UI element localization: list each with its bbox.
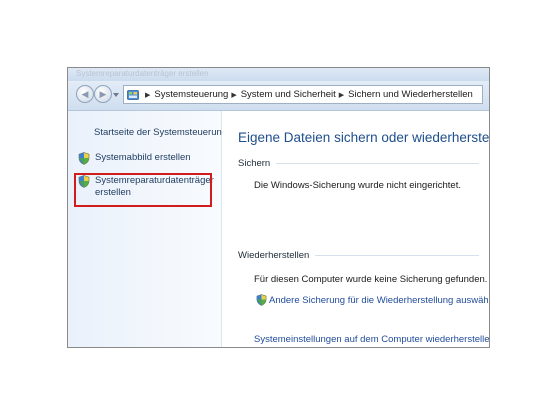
section-divider	[276, 163, 479, 164]
page-title: Eigene Dateien sichern oder wiederherste…	[238, 130, 490, 145]
sidebar-item-systemabbild-erstellen[interactable]: Systemabbild erstellen	[78, 152, 191, 165]
section-header-sichern: Sichern	[238, 158, 479, 169]
recent-pages-dropdown-icon[interactable]	[113, 93, 119, 97]
forward-button[interactable]: ▶	[94, 85, 112, 103]
restore-system-settings-link[interactable]: Systemeinstellungen auf dem Computer wie…	[254, 334, 489, 345]
chevron-right-icon[interactable]: ▶	[145, 91, 150, 99]
back-button[interactable]: ◀	[76, 85, 94, 103]
main-content: Eigene Dateien sichern oder wiederherste…	[222, 111, 489, 347]
restore-status-text: Für diesen Computer wurde keine Sicherun…	[254, 274, 488, 285]
address-bar[interactable]: ▶ Systemsteuerung ▶ System und Sicherhei…	[123, 85, 483, 104]
highlight-box	[74, 173, 212, 207]
title-bar: Systemreparaturdatenträger erstellen	[68, 68, 489, 81]
window-title: Systemreparaturdatenträger erstellen	[76, 69, 209, 78]
sidebar-item-label: Systemabbild erstellen	[95, 152, 191, 163]
section-title: Wiederherstellen	[238, 250, 310, 261]
back-arrow-icon: ◀	[81, 88, 89, 99]
breadcrumb-system-und-sicherheit[interactable]: System und Sicherheit	[241, 89, 336, 100]
chevron-right-icon[interactable]: ▶	[231, 91, 236, 99]
select-other-backup-link[interactable]: Andere Sicherung für die Wiederherstellu…	[256, 294, 489, 306]
control-panel-icon	[127, 89, 139, 100]
control-panel-window: Systemreparaturdatenträger erstellen ◀ ▶…	[67, 67, 490, 348]
shield-icon	[256, 294, 267, 306]
sidebar: Startseite der Systemsteuerung Systemabb…	[68, 111, 227, 347]
breadcrumb-systemsteuerung[interactable]: Systemsteuerung	[154, 89, 228, 100]
section-header-wiederherstellen: Wiederherstellen	[238, 250, 479, 261]
chevron-right-icon[interactable]: ▶	[339, 91, 344, 99]
select-other-backup-link-label[interactable]: Andere Sicherung für die Wiederherstellu…	[269, 295, 489, 306]
section-divider	[315, 255, 479, 256]
section-title: Sichern	[238, 158, 271, 169]
navigation-bar: ◀ ▶ ▶ Systemsteuerung ▶ System und Siche…	[68, 81, 489, 111]
shield-icon	[78, 152, 90, 165]
sidebar-home-link[interactable]: Startseite der Systemsteuerung	[94, 127, 227, 138]
forward-arrow-icon: ▶	[99, 88, 107, 99]
backup-status-text: Die Windows-Sicherung wurde nicht einger…	[254, 180, 461, 191]
breadcrumb-sichern-und-wiederherstellen[interactable]: Sichern und Wiederherstellen	[348, 89, 473, 100]
